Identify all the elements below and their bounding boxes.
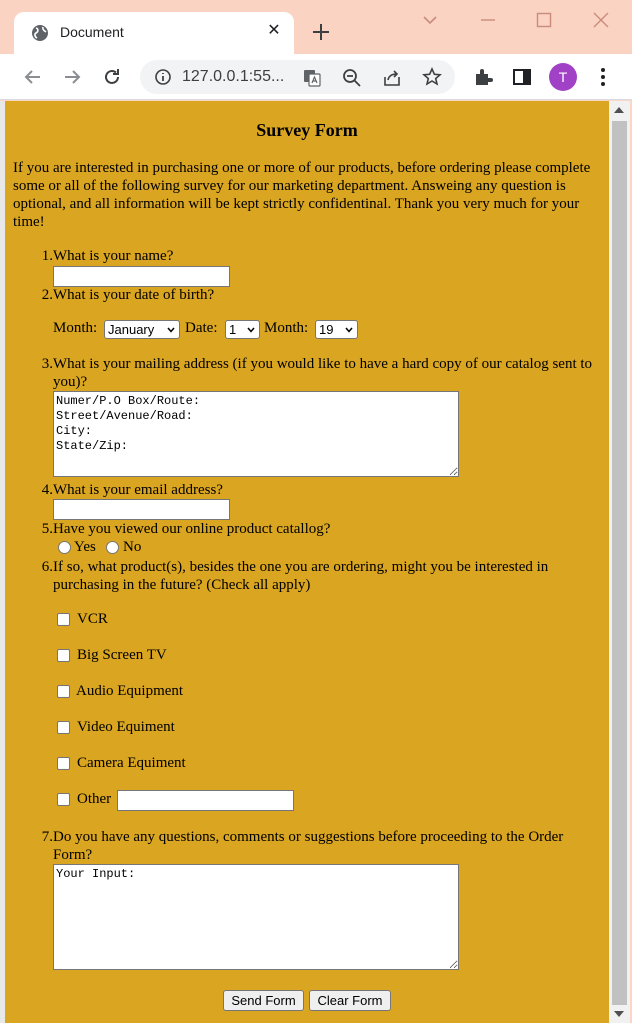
question-number: 1. xyxy=(41,248,53,264)
no-label: No xyxy=(123,539,142,555)
question-text: If so, what product(s), besides the one … xyxy=(53,559,549,593)
option-label-audio-equipment: Audio Equipment xyxy=(76,683,184,699)
question-number: 2. xyxy=(41,287,53,303)
question-number: 3. xyxy=(41,356,53,372)
checkbox-big-screen-tv[interactable] xyxy=(57,649,70,662)
question-text: What is your date of birth? xyxy=(53,287,215,303)
close-tab-icon[interactable]: ✕ xyxy=(264,20,284,40)
question-number: 7. xyxy=(41,829,53,845)
other-input[interactable] xyxy=(117,790,294,811)
profile-avatar[interactable]: T xyxy=(549,63,577,91)
no-radio[interactable] xyxy=(106,541,119,554)
checkbox-video-equipment[interactable] xyxy=(57,721,70,734)
share-icon[interactable] xyxy=(382,68,402,88)
question-text: Do you have any questions, comments or s… xyxy=(53,829,564,863)
browser-toolbar: 127.0.0.1:55... T xyxy=(0,54,632,100)
site-info-icon[interactable] xyxy=(154,68,172,86)
option-label-video-equipment: Video Equiment xyxy=(77,719,175,735)
date-value: 1 xyxy=(229,322,237,337)
forward-icon[interactable] xyxy=(61,66,83,88)
option-label-big-screen-tv: Big Screen TV xyxy=(77,647,167,663)
question-number: 6. xyxy=(41,559,53,575)
question-number: 5. xyxy=(41,521,53,537)
option-label-camera-equipment: Camera Equiment xyxy=(77,755,186,771)
month-select[interactable]: January xyxy=(104,320,180,339)
reload-icon[interactable] xyxy=(101,66,123,88)
question-text: What is your email address? xyxy=(53,482,223,498)
new-tab-icon[interactable] xyxy=(310,21,332,43)
checkbox-vcr[interactable] xyxy=(57,613,70,626)
globe-icon xyxy=(32,25,48,41)
browser-tab[interactable]: Document ✕ xyxy=(14,12,294,54)
side-panel-icon[interactable] xyxy=(511,66,533,88)
year-label: Month: xyxy=(264,320,309,336)
yes-label: Yes xyxy=(74,539,96,555)
date-label: Date: xyxy=(185,320,218,336)
question-number: 4. xyxy=(41,482,53,498)
page-scrollbar[interactable] xyxy=(609,101,630,1023)
chevron-down-icon xyxy=(247,327,255,333)
chevron-down-icon xyxy=(167,327,175,333)
checkbox-camera-equipment[interactable] xyxy=(57,757,70,770)
tab-title: Document xyxy=(60,24,124,40)
month-value: January xyxy=(108,322,155,337)
zoom-out-icon[interactable] xyxy=(342,68,362,88)
maximize-icon[interactable] xyxy=(534,10,554,30)
option-label-other: Other xyxy=(77,791,112,807)
question-text: Have you viewed our online product catal… xyxy=(53,521,331,537)
month-label: Month: xyxy=(53,320,98,336)
checkbox-audio-equipment[interactable] xyxy=(57,685,70,698)
minimize-icon[interactable] xyxy=(478,10,498,30)
address-bar[interactable]: 127.0.0.1:55... xyxy=(140,60,455,94)
scroll-down-icon[interactable] xyxy=(614,1011,624,1017)
extensions-icon[interactable] xyxy=(472,66,494,88)
close-window-icon[interactable] xyxy=(591,10,611,30)
back-icon[interactable] xyxy=(22,66,44,88)
url-text: 127.0.0.1:55... xyxy=(182,68,285,85)
scroll-thumb[interactable] xyxy=(612,121,627,1005)
question-text: What is your name? xyxy=(53,248,174,264)
chevron-down-icon xyxy=(345,327,353,333)
menu-kebab-icon[interactable] xyxy=(592,66,614,88)
question-text: What is your mailing address (if you wou… xyxy=(53,356,593,390)
translate-icon[interactable] xyxy=(302,68,322,88)
name-input[interactable] xyxy=(53,266,230,287)
scroll-up-icon[interactable] xyxy=(614,107,624,113)
comments-textarea[interactable]: Your Input: xyxy=(53,864,459,970)
clear-form-button[interactable]: Clear Form xyxy=(309,990,391,1011)
yes-radio[interactable] xyxy=(58,541,71,554)
page-title: Survey Form xyxy=(256,120,358,140)
year-value: 19 xyxy=(319,322,334,337)
send-form-button[interactable]: Send Form xyxy=(223,990,304,1011)
title-bar: Document ✕ xyxy=(0,0,632,54)
intro-text: If you are interested in purchasing one … xyxy=(13,160,591,230)
checkbox-other[interactable] xyxy=(57,793,70,806)
tab-search-icon[interactable] xyxy=(420,10,440,30)
bookmark-star-icon[interactable] xyxy=(422,67,442,87)
email-input[interactable] xyxy=(53,499,230,520)
date-select[interactable]: 1 xyxy=(225,320,260,339)
page-viewport: Survey Form If you are interested in pur… xyxy=(5,101,609,1023)
address-textarea[interactable]: Numer/P.O Box/Route: Street/Avenue/Road:… xyxy=(53,391,459,477)
year-select[interactable]: 19 xyxy=(315,320,358,339)
option-label-vcr: VCR xyxy=(77,611,108,627)
